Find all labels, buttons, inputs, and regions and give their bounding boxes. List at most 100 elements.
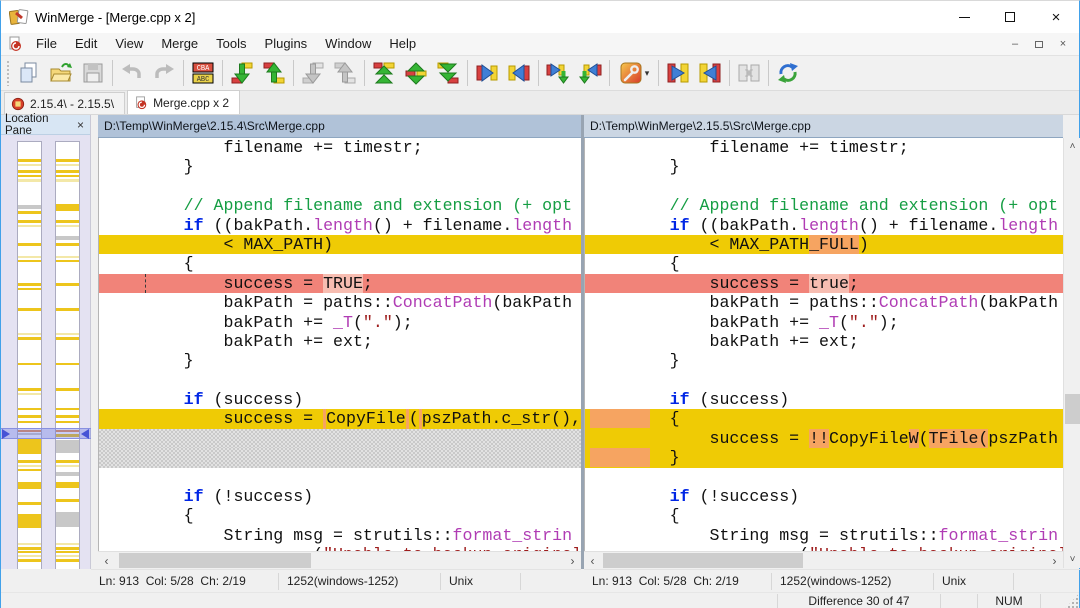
- code-line: if (!success): [585, 487, 1063, 506]
- menu-items: FileEditViewMergeToolsPluginsWindowHelp: [27, 33, 425, 55]
- encoding: 1252(windows-1252): [772, 573, 934, 590]
- right-horizontal-scrollbar[interactable]: ‹ ›: [584, 551, 1063, 568]
- next-conflict-icon: [301, 61, 325, 85]
- first-difference-button[interactable]: [368, 58, 400, 88]
- close-icon: ×: [1052, 9, 1061, 26]
- mdi-restore-button[interactable]: [1027, 35, 1051, 53]
- right-hscroll-thumb[interactable]: [603, 553, 803, 568]
- diff-stripe: [18, 179, 41, 182]
- copy-all-left-button[interactable]: [694, 58, 726, 88]
- maximize-button[interactable]: [987, 1, 1033, 33]
- diff-stripe: [18, 551, 41, 553]
- dropdown-caret-icon[interactable]: ▾: [645, 68, 650, 79]
- diff-stripe: [18, 256, 41, 258]
- new-button[interactable]: [13, 58, 45, 88]
- code-line: }: [585, 448, 1063, 467]
- copy-right-button[interactable]: [471, 58, 503, 88]
- mdi-close-button[interactable]: ×: [1051, 35, 1075, 53]
- code-line: success = true;: [585, 274, 1063, 293]
- mdi-minimize-icon: –: [1012, 38, 1018, 50]
- options-button[interactable]: ▾: [613, 58, 655, 88]
- menu-merge[interactable]: Merge: [152, 36, 207, 51]
- mdi-minimize-button[interactable]: –: [1003, 35, 1027, 53]
- main-statusbar: Difference 30 of 47 NUM: [1, 592, 1079, 608]
- scroll-left-icon[interactable]: ‹: [98, 552, 115, 569]
- right-file-header[interactable]: D:\Temp\WinMerge\2.15.5\Src\Merge.cpp: [584, 115, 1063, 138]
- left-editor[interactable]: filename += timestr; } // Append filenam…: [98, 138, 581, 551]
- diff-stripe: [18, 288, 41, 290]
- code-line: {: [585, 254, 1063, 273]
- diff-stripe: [56, 551, 79, 553]
- copy-right-and-advance-icon: [546, 61, 570, 85]
- copy-right-and-advance-button[interactable]: [542, 58, 574, 88]
- diff-stripe: [18, 308, 41, 311]
- scroll-right-icon[interactable]: ›: [564, 552, 581, 569]
- open-icon: [49, 61, 73, 85]
- next-difference-button[interactable]: [226, 58, 258, 88]
- resize-grip[interactable]: [1065, 594, 1079, 608]
- diff-stripe: [56, 164, 79, 166]
- copy-left-button[interactable]: [503, 58, 535, 88]
- toolbar-grip[interactable]: [6, 60, 10, 86]
- swap-panes-button[interactable]: CBAABC: [187, 58, 219, 88]
- previous-difference-icon: [262, 61, 286, 85]
- tab-folder-compare[interactable]: 2.15.4\ - 2.15.5\: [4, 92, 125, 114]
- menu-help[interactable]: Help: [380, 36, 425, 51]
- right-editor[interactable]: filename += timestr; } // Append filenam…: [584, 138, 1063, 551]
- copy-all-right-button[interactable]: [662, 58, 694, 88]
- undo-button: [116, 58, 148, 88]
- diff-stripe: [18, 243, 41, 246]
- location-pane-close-icon[interactable]: ×: [75, 118, 86, 132]
- diff-stripe: [56, 175, 79, 177]
- left-file-pane: D:\Temp\WinMerge\2.15.4\Src\Merge.cpp fi…: [98, 115, 581, 569]
- refresh-button[interactable]: [772, 58, 804, 88]
- diff-stripe: [18, 421, 41, 423]
- tab-file-compare[interactable]: Merge.cpp x 2: [127, 90, 240, 114]
- status-spacer: [941, 594, 978, 608]
- diff-stripe: [18, 469, 41, 471]
- diff-stripe: [18, 543, 41, 545]
- vscroll-thumb[interactable]: [1065, 394, 1080, 424]
- menu-edit[interactable]: Edit: [66, 36, 106, 51]
- maximize-icon: [1005, 12, 1015, 22]
- vertical-scrollbar[interactable]: ˄ ˅: [1063, 138, 1080, 568]
- menu-file[interactable]: File: [27, 36, 66, 51]
- left-hscroll-thumb[interactable]: [119, 553, 311, 568]
- diff-stripe: [56, 440, 79, 453]
- toolbar: CBAABC ▾: [1, 56, 1079, 91]
- last-difference-icon: [436, 61, 460, 85]
- file-compare-icon: [134, 96, 148, 110]
- scroll-down-icon[interactable]: ˅: [1064, 551, 1080, 568]
- minimize-button[interactable]: [941, 1, 987, 33]
- scroll-right-icon[interactable]: ›: [1046, 552, 1063, 569]
- menu-view[interactable]: View: [106, 36, 152, 51]
- document-icon: [7, 36, 23, 52]
- diff-stripe: [56, 472, 79, 476]
- titlebar: WinMerge - [Merge.cpp x 2] ×: [1, 1, 1079, 33]
- toolbar-separator: [538, 60, 539, 86]
- left-file-header[interactable]: D:\Temp\WinMerge\2.15.4\Src\Merge.cpp: [98, 115, 581, 138]
- menu-tools[interactable]: Tools: [207, 36, 255, 51]
- tab-bar: 2.15.4\ - 2.15.5\Merge.cpp x 2: [1, 91, 1079, 115]
- copy-all-left-icon: [698, 61, 722, 85]
- location-bar-left[interactable]: [17, 141, 42, 581]
- location-view-marker[interactable]: [1, 428, 91, 439]
- winmerge-window: WinMerge - [Merge.cpp x 2] × FileEditVie…: [0, 0, 1080, 608]
- last-difference-button[interactable]: [432, 58, 464, 88]
- diff-stripe: [56, 512, 79, 527]
- open-button[interactable]: [45, 58, 77, 88]
- menu-window[interactable]: Window: [316, 36, 380, 51]
- diff-stripe: [56, 159, 79, 162]
- current-difference-button[interactable]: [400, 58, 432, 88]
- current-difference-icon: [404, 61, 428, 85]
- close-button[interactable]: ×: [1033, 1, 1079, 33]
- scroll-up-icon[interactable]: ˄: [1064, 138, 1080, 155]
- left-horizontal-scrollbar[interactable]: ‹ ›: [98, 551, 581, 568]
- menu-plugins[interactable]: Plugins: [256, 36, 317, 51]
- code-line: // Append filename and extension (+ opt: [99, 196, 581, 215]
- code-line: if (!success): [99, 487, 581, 506]
- previous-difference-button[interactable]: [258, 58, 290, 88]
- copy-left-and-advance-button[interactable]: [574, 58, 606, 88]
- scroll-left-icon[interactable]: ‹: [584, 552, 601, 569]
- location-bar-right[interactable]: [55, 141, 80, 581]
